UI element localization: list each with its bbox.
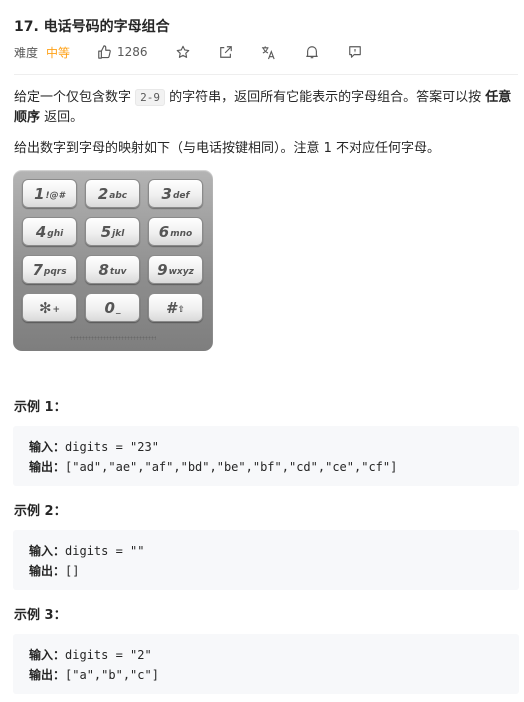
key-digit: #	[166, 298, 177, 317]
thumbs-up-icon	[98, 45, 111, 59]
key-letters: +	[52, 304, 61, 315]
feedback-button[interactable]	[347, 44, 363, 60]
key-digit: 0	[104, 298, 115, 317]
keypad-key: 4 ghi	[22, 217, 77, 246]
example-input-line: 输入：digits = "2"	[29, 645, 519, 665]
notification-button[interactable]	[304, 44, 320, 60]
key-digit: 3	[161, 184, 172, 203]
favorite-button[interactable]	[175, 44, 191, 60]
key-letters: ghi	[47, 228, 64, 239]
keypad-key: # ⇧	[148, 293, 203, 322]
keypad-key: 1 !@#	[22, 179, 77, 208]
example-input-line: 输入：digits = ""	[29, 541, 519, 561]
input-label: 输入：	[29, 544, 66, 558]
problem-meta-bar: 难度 中等 1286	[14, 43, 390, 61]
description-paragraph-1: 给定一个仅包含数字 2-9 的字符串，返回所有它能表示的字母组合。答案可以按 任…	[14, 88, 516, 128]
keypad-key: 6 mno	[148, 217, 203, 246]
example-heading: 示例 2：	[14, 504, 67, 519]
keypad-key: ✻ +	[22, 293, 77, 322]
inline-code: 2-9	[135, 89, 166, 106]
translate-icon	[262, 45, 275, 59]
example-block: 输入：digits = "23" 输出：["ad","ae","af","bd"…	[13, 426, 519, 486]
example-input: digits = "2"	[65, 648, 152, 662]
key-digit: 9	[157, 260, 168, 279]
example-input: digits = ""	[65, 544, 145, 558]
bell-icon	[305, 46, 318, 59]
key-letters: mno	[170, 228, 193, 239]
speaker-grill	[70, 336, 156, 340]
keypad-key: 8 tuv	[85, 255, 140, 284]
key-letters: _	[115, 304, 121, 315]
output-label: 输出：	[29, 564, 66, 578]
translate-button[interactable]	[261, 44, 277, 60]
keypad-key: 2 abc	[85, 179, 140, 208]
output-label: 输出：	[29, 668, 66, 682]
key-letters: ⇧	[177, 304, 185, 315]
keypad-key: 9 wxyz	[148, 255, 203, 284]
problem-title: 17. 电话号码的字母组合	[14, 19, 170, 35]
output-label: 输出：	[29, 460, 66, 474]
example-output-line: 输出：["a","b","c"]	[29, 665, 519, 685]
key-digit: 6	[158, 222, 170, 241]
key-digit: 4	[35, 222, 47, 241]
key-letters: def	[172, 190, 190, 201]
input-label: 输入：	[29, 648, 66, 662]
difficulty-label: 难度	[14, 45, 39, 60]
key-letters: tuv	[109, 266, 127, 277]
keypad-key: 5 jkl	[85, 217, 140, 246]
description-paragraph-2: 给出数字到字母的映射如下（与电话按键相同）。注意 1 不对应任何字母。	[14, 141, 441, 156]
example-output-line: 输出：[]	[29, 561, 519, 581]
header-divider	[14, 74, 518, 75]
key-letters: wxyz	[168, 266, 194, 277]
key-digit: 8	[98, 260, 109, 279]
star-icon	[176, 45, 189, 58]
comment-icon	[348, 46, 361, 58]
description-text: 的字符串，返回所有它能表示的字母组合。答案可以按	[165, 90, 486, 105]
like-count: 1286	[117, 45, 148, 59]
example-input: digits = "23"	[65, 440, 159, 454]
key-letters: pqrs	[43, 266, 67, 277]
key-letters: abc	[109, 190, 128, 201]
key-letters: !@#	[45, 190, 65, 201]
phone-keypad-image: 1 !@# 2 abc 3 def 4 ghi 5 jkl 6 mno 7 pqrs 8 tuv…	[13, 170, 213, 351]
share-button[interactable]	[218, 44, 234, 60]
difficulty-badge: 中等	[46, 45, 71, 60]
input-label: 输入：	[29, 440, 66, 454]
example-output: ["ad","ae","af","bd","be","bf","cd","ce"…	[65, 460, 398, 474]
key-digit: 7	[32, 260, 43, 279]
example-heading: 示例 1：	[14, 400, 67, 415]
description-text: 给定一个仅包含数字	[14, 90, 136, 105]
description-text: 返回。	[40, 110, 84, 125]
key-digit: 1	[34, 184, 45, 203]
example-output: ["a","b","c"]	[65, 668, 159, 682]
example-block: 输入：digits = "2" 输出：["a","b","c"]	[13, 634, 519, 694]
example-output-line: 输出：["ad","ae","af","bd","be","bf","cd","…	[29, 457, 519, 477]
keypad-key: 0 _	[85, 293, 140, 322]
keypad-key: 7 pqrs	[22, 255, 77, 284]
like-button[interactable]: 1286	[97, 45, 148, 59]
key-letters: jkl	[112, 228, 125, 239]
share-icon	[219, 46, 232, 58]
example-block: 输入：digits = "" 输出：[]	[13, 530, 519, 590]
example-input-line: 输入：digits = "23"	[29, 437, 519, 457]
key-digit: ✻	[38, 298, 52, 317]
example-heading: 示例 3：	[14, 608, 67, 623]
key-digit: 2	[97, 184, 109, 203]
keypad-key: 3 def	[148, 179, 203, 208]
key-digit: 5	[100, 222, 112, 241]
example-output: []	[65, 564, 80, 578]
